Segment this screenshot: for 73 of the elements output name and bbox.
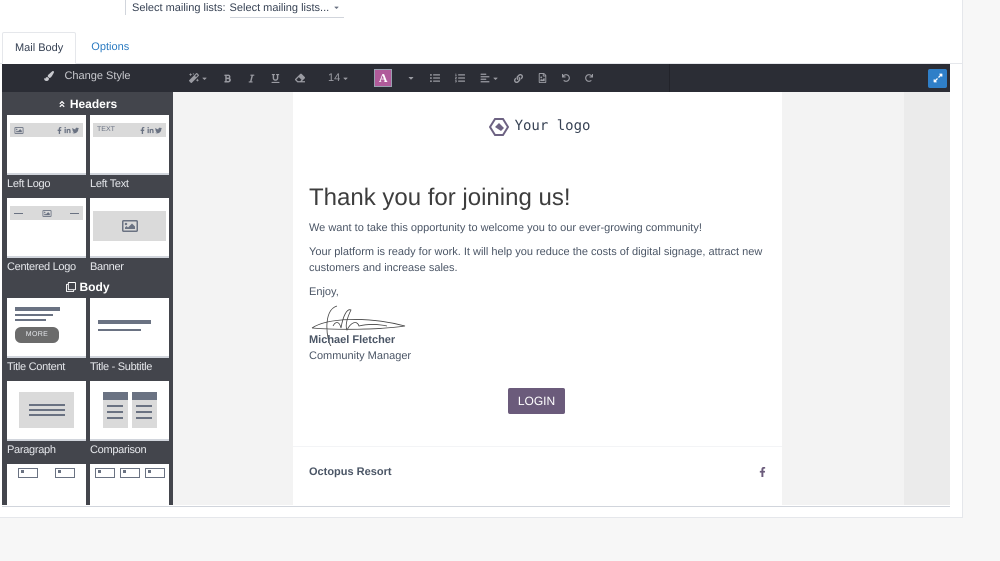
- caret-icon: [492, 74, 500, 82]
- column-block: [132, 392, 156, 428]
- social-icons: [56, 126, 79, 134]
- block-label: Title - Subtitle: [90, 360, 154, 374]
- caret-icon: [333, 4, 340, 11]
- caret-icon[interactable]: [407, 74, 416, 82]
- dash-line: [14, 212, 23, 214]
- field-label: Select mailing lists:: [132, 1, 226, 16]
- social-icons: [139, 126, 162, 134]
- redo-icon[interactable]: [585, 74, 594, 82]
- section-heading: Body: [2, 280, 173, 294]
- block-thumbnail[interactable]: [7, 198, 86, 258]
- image-frame: [55, 468, 76, 478]
- copy-icon: [66, 282, 76, 292]
- block-thumbnail[interactable]: [90, 298, 169, 358]
- numbered-list-icon[interactable]: [455, 73, 466, 83]
- section-heading: Headers: [2, 97, 173, 111]
- image-icon: [42, 208, 52, 218]
- email-paragraph: We want to take this opportunity to welcome you to our ever-growing community!: [309, 221, 703, 236]
- image-frame: [94, 468, 114, 478]
- text-line: [15, 319, 46, 321]
- email-paragraph: Your platform is ready for work. It will help you reduce the costs of digital signage, attract new customers and increase sales.: [309, 245, 764, 276]
- underline-icon[interactable]: [271, 74, 280, 82]
- italic-icon[interactable]: [247, 74, 256, 82]
- link-icon[interactable]: [514, 74, 524, 82]
- tab[interactable]: Options: [76, 32, 144, 63]
- image-icon: [120, 218, 138, 234]
- signer-role: Community Manager: [309, 349, 412, 364]
- text-line: [15, 314, 53, 316]
- tab[interactable]: Mail Body: [2, 32, 76, 64]
- image-icon[interactable]: [538, 73, 548, 83]
- align-icon[interactable]: [480, 73, 500, 83]
- logo-icon: [488, 116, 509, 136]
- caret-icon: [342, 74, 350, 82]
- block-thumbnail[interactable]: [7, 115, 86, 175]
- image-frame: [18, 468, 38, 478]
- bullet-list-icon[interactable]: [430, 73, 440, 83]
- dash-line: [70, 212, 79, 214]
- mailing-list-select[interactable]: Select mailing lists...: [230, 0, 344, 18]
- block-label: Paragraph: [7, 443, 57, 457]
- font-size-dropdown[interactable]: 14: [328, 70, 350, 86]
- image-icon: [14, 126, 24, 134]
- block-label: Left Logo: [7, 177, 52, 191]
- email-heading: Thank you for joining us!: [309, 184, 572, 212]
- block-label: Title Content: [7, 360, 66, 374]
- column-block: [102, 392, 128, 428]
- image-frame: [144, 468, 164, 478]
- bold-icon[interactable]: [223, 74, 232, 82]
- block-label: Comparison: [90, 443, 148, 457]
- chevrons-up-icon: [58, 100, 66, 108]
- facebook-icon[interactable]: [759, 467, 766, 478]
- text-color-button[interactable]: A: [374, 69, 392, 87]
- block-thumbnail[interactable]: [90, 198, 169, 258]
- caret-icon: [201, 74, 208, 82]
- company-name: Octopus Resort: [309, 465, 392, 480]
- paragraph-block: [19, 392, 74, 428]
- email-paragraph: Enjoy,: [309, 285, 340, 300]
- block-thumbnail[interactable]: [90, 381, 169, 441]
- change-style-button[interactable]: Change Style: [2, 64, 173, 92]
- fullscreen-button[interactable]: [928, 68, 947, 88]
- block-thumbnail[interactable]: [7, 381, 86, 441]
- login-button[interactable]: LOGIN: [508, 388, 566, 414]
- block-label: Left Text: [90, 177, 130, 191]
- text-line: [98, 329, 141, 331]
- eraser-icon[interactable]: [295, 73, 305, 83]
- undo-icon[interactable]: [562, 74, 570, 82]
- block-label: Centered Logo: [7, 260, 77, 274]
- logo-text: Your logo: [514, 117, 590, 136]
- magic-wand-icon[interactable]: [189, 73, 208, 83]
- expand-icon: [932, 73, 942, 83]
- block-label: Banner: [90, 260, 125, 274]
- brush-icon: [44, 71, 54, 81]
- image-frame: [120, 468, 140, 478]
